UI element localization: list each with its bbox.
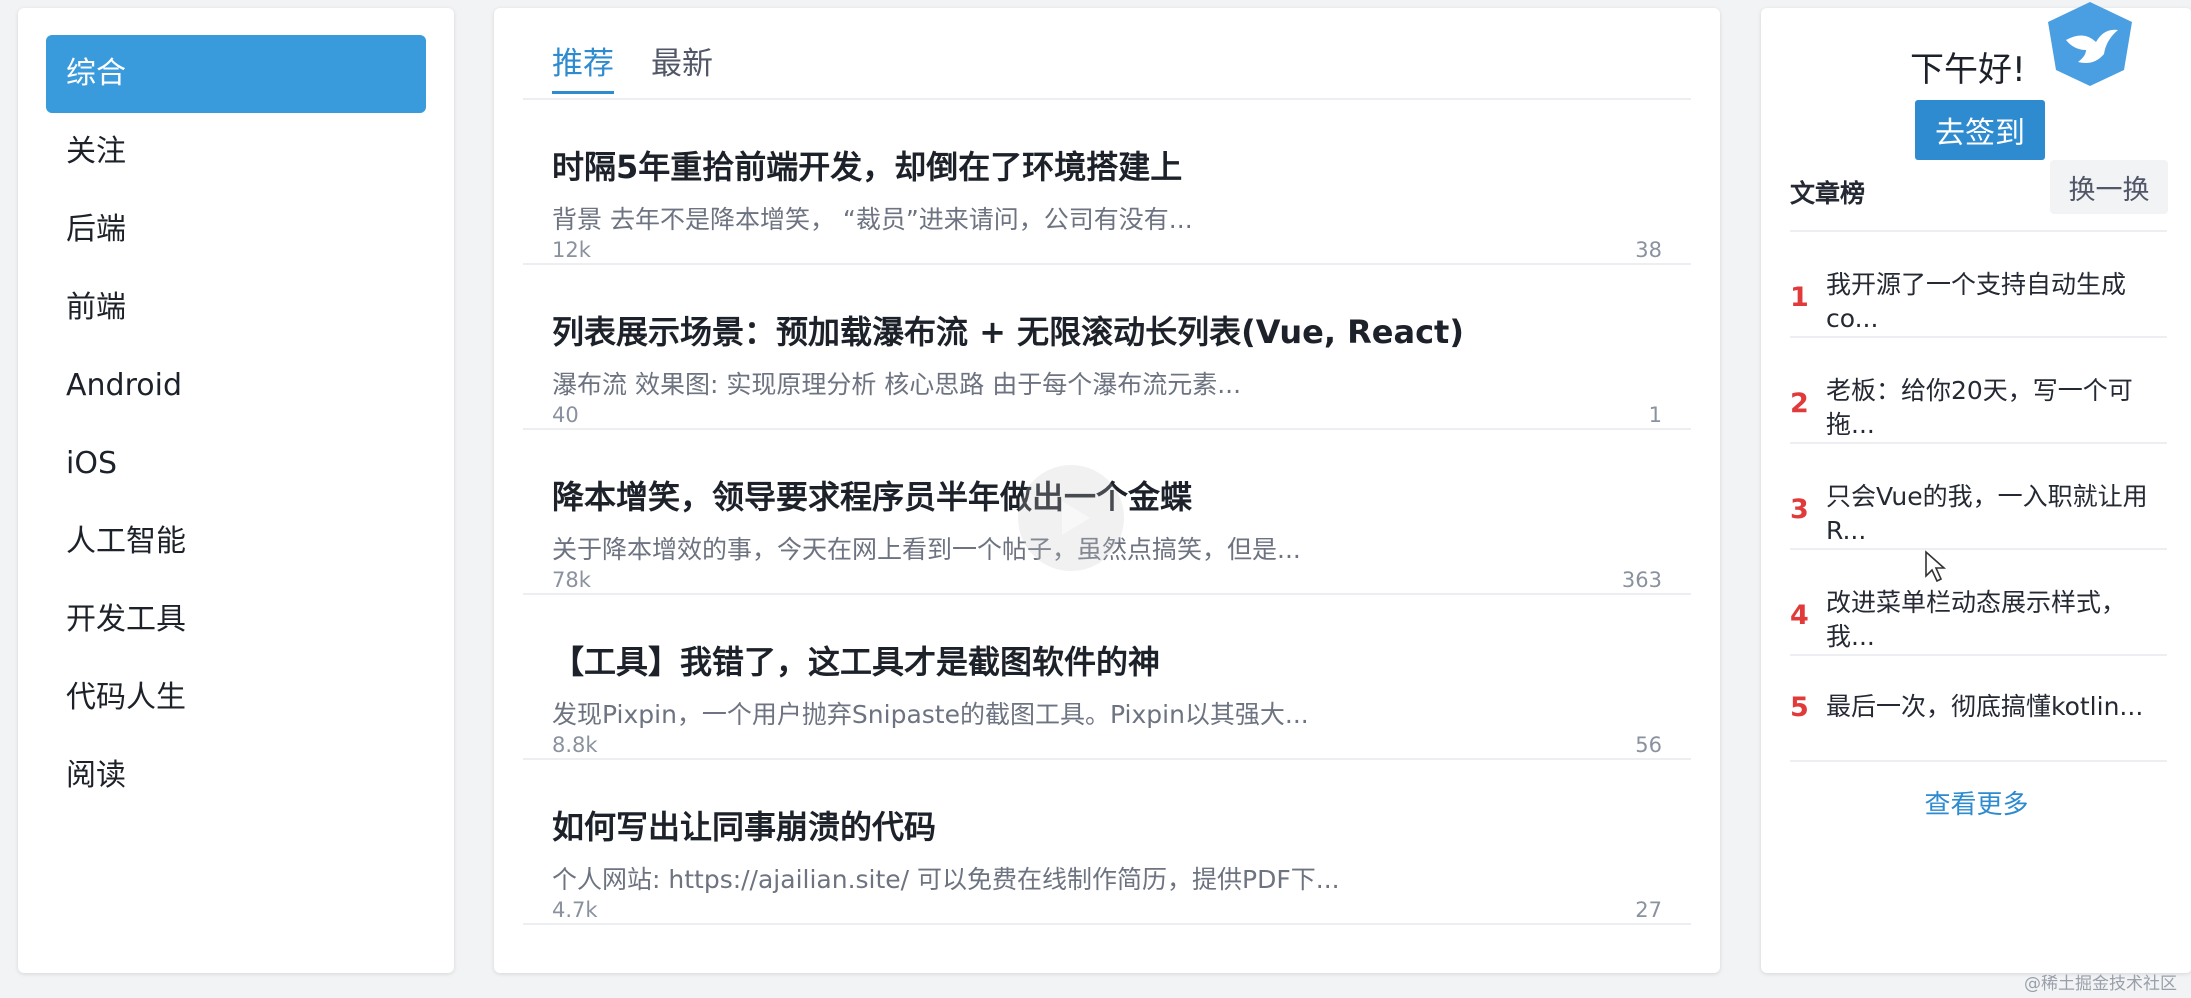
article-desc: 背景 去年不是降本增笑， “裁员”进来请问，公司有没有...: [552, 205, 1193, 234]
article-title[interactable]: 列表展示场景：预加载瀑布流 + 无限滚动长列表(Vue, React): [552, 307, 1464, 353]
article-rank-list: 1 我开源了一个支持自动生成co... 2 老板：给你20天，写一个可拖... …: [1790, 230, 2167, 762]
article-desc: 发现Pixpin，一个用户抛弃Snipaste的截图工具。Pixpin以其强大.…: [552, 700, 1309, 729]
nav-item-backend[interactable]: 后端: [46, 191, 426, 269]
nav-item-ios[interactable]: iOS: [46, 425, 426, 503]
article-views: 12k: [552, 238, 591, 262]
rank-title[interactable]: 只会Vue的我，一入职就让用R...: [1826, 480, 2163, 548]
article-views: 40: [552, 403, 579, 427]
rank-title[interactable]: 我开源了一个支持自动生成co...: [1826, 268, 2163, 336]
article-comments: 363: [1621, 568, 1662, 592]
tab-recommended[interactable]: 推荐: [552, 38, 614, 94]
watermark: @稀土掘金技术社区: [2024, 974, 2177, 994]
article-item[interactable]: 如何写出让同事崩溃的代码 个人网站: https://ajailian.site…: [523, 760, 1691, 925]
article-desc: 个人网站: https://ajailian.site/ 可以免费在线制作简历，…: [552, 865, 1340, 894]
nav-item-comprehensive[interactable]: 综合: [46, 35, 426, 113]
rank-item[interactable]: 2 老板：给你20天，写一个可拖...: [1790, 338, 2167, 444]
right-sidebar: 下午好! 去签到 文章榜 换一换 1 我开源了一个支持自动生成co... 2 老…: [1761, 2, 2191, 973]
article-item[interactable]: 【工具】我错了，这工具才是截图软件的神 发现Pixpin，一个用户抛弃Snipa…: [523, 595, 1691, 760]
article-title[interactable]: 时隔5年重拾前端开发，却倒在了环境搭建上: [552, 142, 1182, 188]
article-views: 8.8k: [552, 733, 598, 757]
article-comments: 27: [1635, 898, 1662, 922]
article-comments: 38: [1635, 238, 1662, 262]
rank-title[interactable]: 改进菜单栏动态展示样式，我...: [1826, 586, 2163, 654]
rank-number: 3: [1790, 494, 1809, 525]
video-play-overlay[interactable]: [1018, 465, 1124, 571]
mouse-cursor-icon: [1924, 550, 1948, 588]
rank-item[interactable]: 5 最后一次，彻底搞懂kotlin...: [1790, 656, 2167, 762]
rank-number: 5: [1790, 692, 1809, 723]
nav-item-devtools[interactable]: 开发工具: [46, 581, 426, 659]
rank-item[interactable]: 1 我开源了一个支持自动生成co...: [1790, 232, 2167, 338]
article-comments: 1: [1648, 403, 1662, 427]
article-item[interactable]: 时隔5年重拾前端开发，却倒在了环境搭建上 背景 去年不是降本增笑， “裁员”进来…: [523, 100, 1691, 265]
article-desc: 关于降本增效的事，今天在网上看到一个帖子，虽然点搞笑，但是...: [552, 535, 1301, 564]
refresh-button[interactable]: 换一换: [2050, 160, 2168, 214]
nav-item-frontend[interactable]: 前端: [46, 269, 426, 347]
category-nav: 综合 关注 后端 前端 Android iOS 人工智能 开发工具 代码人生 阅…: [18, 8, 454, 973]
feed-tabs: 推荐 最新: [523, 8, 1691, 100]
tab-latest[interactable]: 最新: [651, 38, 713, 91]
play-icon: [1062, 501, 1090, 535]
article-item[interactable]: 列表展示场景：预加载瀑布流 + 无限滚动长列表(Vue, React) 瀑布流 …: [523, 265, 1691, 430]
rank-number: 1: [1790, 282, 1809, 313]
bird-logo-icon: [2044, 0, 2136, 88]
article-feed: 推荐 最新 时隔5年重拾前端开发，却倒在了环境搭建上 背景 去年不是降本增笑， …: [494, 8, 1720, 973]
greeting-text: 下午好!: [1910, 50, 2026, 90]
signin-button[interactable]: 去签到: [1915, 100, 2045, 160]
view-more-link[interactable]: 查看更多: [1761, 784, 2191, 821]
rank-number: 2: [1790, 388, 1809, 419]
rank-title[interactable]: 老板：给你20天，写一个可拖...: [1826, 374, 2163, 442]
nav-item-ai[interactable]: 人工智能: [46, 503, 426, 581]
article-views: 4.7k: [552, 898, 598, 922]
article-title[interactable]: 如何写出让同事崩溃的代码: [552, 802, 936, 848]
article-rank-title: 文章榜: [1790, 179, 1866, 208]
nav-item-following[interactable]: 关注: [46, 113, 426, 191]
nav-item-reading[interactable]: 阅读: [46, 737, 426, 815]
rank-item[interactable]: 3 只会Vue的我，一入职就让用R...: [1790, 444, 2167, 550]
article-comments: 56: [1635, 733, 1662, 757]
rank-title[interactable]: 最后一次，彻底搞懂kotlin...: [1826, 690, 2163, 724]
article-desc: 瀑布流 效果图: 实现原理分析 核心思路 由于每个瀑布流元素...: [552, 370, 1242, 399]
nav-item-code-life[interactable]: 代码人生: [46, 659, 426, 737]
article-views: 78k: [552, 568, 591, 592]
rank-number: 4: [1790, 600, 1809, 631]
rank-item[interactable]: 4 改进菜单栏动态展示样式，我...: [1790, 550, 2167, 656]
article-title[interactable]: 【工具】我错了，这工具才是截图软件的神: [552, 637, 1160, 683]
nav-item-android[interactable]: Android: [46, 347, 426, 425]
